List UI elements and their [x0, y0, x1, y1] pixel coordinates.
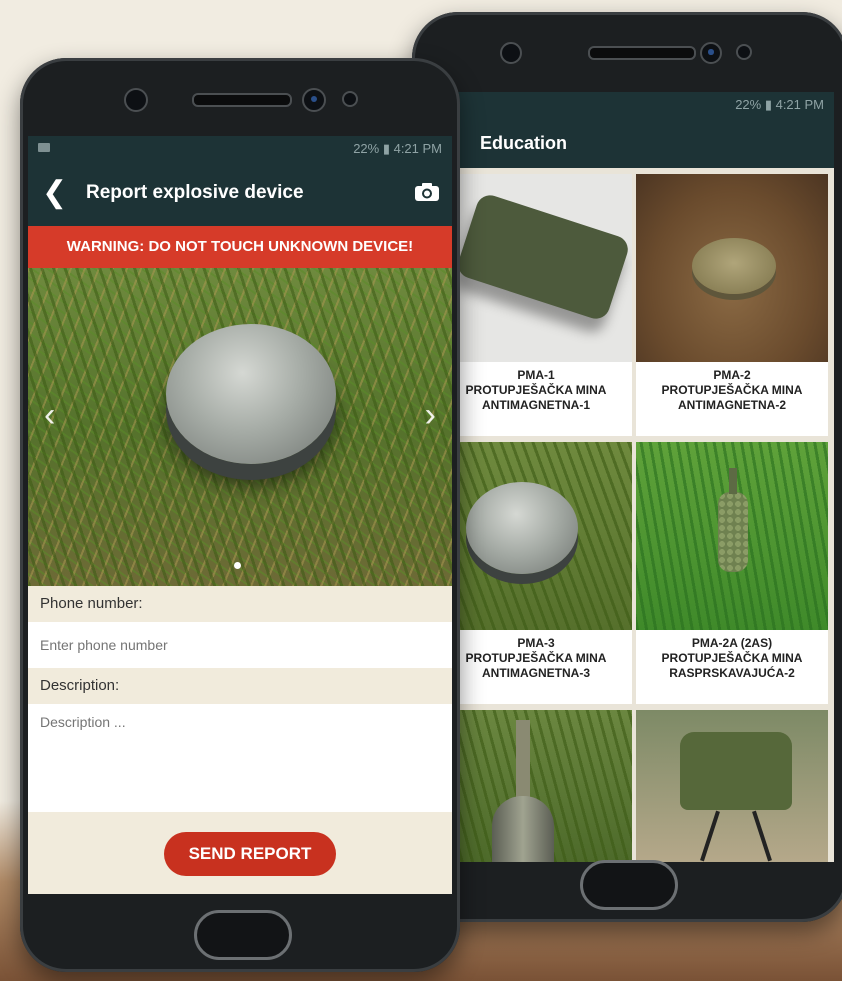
- report-screen: 22% ▮ 4:21 PM ❮ Report explosive device …: [28, 136, 452, 894]
- claymore-mine-shape: [680, 732, 792, 810]
- send-report-button[interactable]: SEND REPORT: [164, 832, 336, 876]
- mine-grid: PMA-1 PROTUPJEŠAČKA MINA ANTIMAGNETNA-1 …: [454, 168, 834, 862]
- mine-photo: [454, 442, 632, 630]
- device-photo-carousel[interactable]: ‹ ›: [28, 268, 452, 586]
- sensor-icon: [500, 42, 522, 64]
- mine-photo: [454, 174, 632, 362]
- stake-mine-shape: [718, 492, 748, 572]
- mine-photo: [166, 324, 336, 464]
- front-camera-icon: [700, 42, 722, 64]
- stake-fuse-shape: [729, 468, 737, 494]
- description-input[interactable]: [28, 704, 452, 812]
- mine-type: PROTUPJEŠAČKA MINA: [465, 651, 607, 665]
- sensor-icon: [124, 88, 148, 112]
- report-phone: 22% ▮ 4:21 PM ❮ Report explosive device …: [20, 58, 460, 972]
- rectangular-mine-shape: [454, 191, 632, 323]
- mine-subtype: ANTIMAGNETNA-3: [482, 666, 590, 680]
- description-label: Description:: [28, 668, 452, 704]
- mine-card[interactable]: PMA-2 PROTUPJEŠAČKA MINA ANTIMAGNETNA-2: [636, 174, 828, 436]
- camera-icon[interactable]: [414, 182, 440, 202]
- status-bar: 22% ▮ 4:21 PM: [454, 92, 834, 118]
- mine-type: PROTUPJEŠAČKA MINA: [661, 383, 803, 397]
- mine-subtype: ANTIMAGNETNA-2: [678, 398, 786, 412]
- page-title: Report explosive device: [86, 182, 304, 203]
- mine-code: PMA-3: [517, 636, 555, 650]
- mine-photo: [636, 710, 828, 862]
- proximity-sensor-icon: [736, 44, 752, 60]
- education-screen: 22% ▮ 4:21 PM Education PMA-1 PROTUPJEŠA…: [454, 92, 834, 862]
- app-bar: Education: [454, 118, 834, 168]
- tripod-leg: [700, 810, 720, 862]
- phone-label: Phone number:: [28, 586, 452, 622]
- earpiece-speaker: [192, 93, 292, 107]
- round-mine-shape: [692, 238, 776, 294]
- phone-number-input[interactable]: [28, 622, 452, 668]
- mine-subtype: ANTIMAGNETNA-1: [482, 398, 590, 412]
- education-phone: 22% ▮ 4:21 PM Education PMA-1 PROTUPJEŠA…: [412, 12, 842, 922]
- tripod-leg: [752, 810, 772, 862]
- image-notification-icon: [38, 143, 50, 152]
- mine-card[interactable]: PMA-3 PROTUPJEŠAČKA MINA ANTIMAGNETNA-3: [454, 442, 632, 704]
- page-title: Education: [480, 133, 568, 153]
- bounding-mine-shape: [516, 720, 530, 800]
- chevron-left-icon[interactable]: ‹: [44, 398, 55, 432]
- mine-card[interactable]: PMA-1 PROTUPJEŠAČKA MINA ANTIMAGNETNA-1: [454, 174, 632, 436]
- earpiece-speaker: [588, 46, 696, 60]
- status-text: 22% ▮ 4:21 PM: [353, 141, 442, 156]
- mine-type: PROTUPJEŠAČKA MINA: [465, 383, 607, 397]
- mine-card[interactable]: [636, 710, 828, 862]
- mine-type: PROTUPJEŠAČKA MINA: [661, 651, 803, 665]
- warning-banner: WARNING: DO NOT TOUCH UNKNOWN DEVICE!: [28, 226, 452, 268]
- mine-photo: [636, 442, 828, 630]
- home-button[interactable]: [580, 860, 678, 910]
- mine-photo: [454, 710, 632, 862]
- front-camera-icon: [302, 88, 326, 112]
- status-bar: 22% ▮ 4:21 PM: [28, 136, 452, 162]
- mine-code: PMA-1: [517, 368, 555, 382]
- round-mine-shape: [466, 482, 578, 574]
- mine-card[interactable]: [454, 710, 632, 862]
- app-bar: ❮ Report explosive device: [28, 162, 452, 226]
- back-chevron-icon[interactable]: ❮: [42, 178, 67, 208]
- mine-photo: [636, 174, 828, 362]
- status-text: 22% ▮ 4:21 PM: [735, 97, 824, 112]
- carousel-indicator: [234, 562, 241, 569]
- bounding-mine-body: [492, 796, 554, 862]
- mine-code: PMA-2: [713, 368, 751, 382]
- chevron-right-icon[interactable]: ›: [425, 398, 436, 432]
- proximity-sensor-icon: [342, 91, 358, 107]
- mine-code: PMA-2A (2AS): [691, 636, 773, 650]
- mine-subtype: RASPRSKAVAJUĆA-2: [669, 666, 795, 680]
- home-button[interactable]: [194, 910, 292, 960]
- form-footer: SEND REPORT: [28, 812, 452, 894]
- mine-card[interactable]: PMA-2A (2AS) PROTUPJEŠAČKA MINA RASPRSKA…: [636, 442, 828, 704]
